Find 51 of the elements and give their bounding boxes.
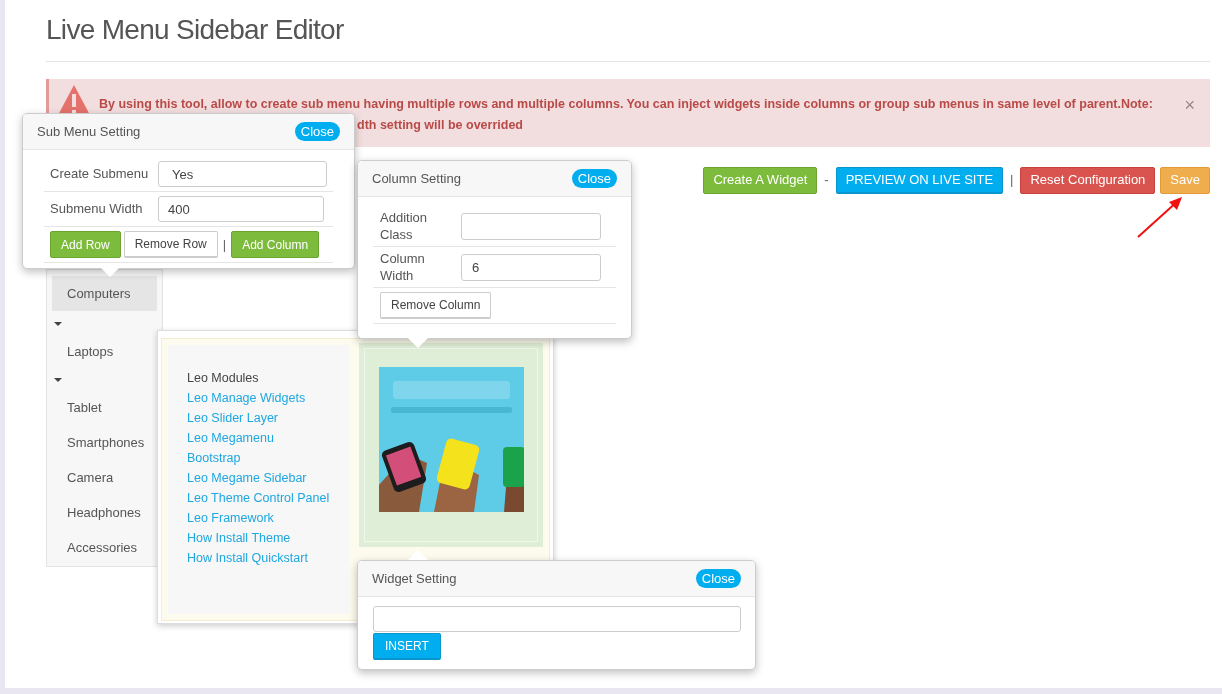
alert-text: dth setting will be overrided [357, 117, 523, 134]
close-button[interactable]: Close [571, 169, 617, 188]
submenu-link[interactable]: Leo Manage Widgets [187, 388, 350, 408]
button[interactable]: Add Row [50, 231, 121, 258]
submenu-link[interactable]: How Install Quickstart [187, 548, 350, 568]
menu-item[interactable]: Accessories [52, 530, 157, 565]
menu-item[interactable]: Computers [52, 276, 157, 311]
popover-title: Sub Menu Setting [37, 122, 141, 141]
popover-title: Column Setting [372, 169, 461, 188]
page-title: Live Menu Sidebar Editor [46, 13, 345, 47]
submenu-link[interactable]: Leo Theme Control Panel [187, 488, 350, 508]
submenu-link[interactable]: Leo Megame Sidebar [187, 468, 350, 488]
column-heading: Leo Modules [187, 370, 260, 387]
close-button[interactable]: Close [695, 569, 741, 588]
menu-item[interactable]: Camera [52, 460, 157, 495]
input-field[interactable] [373, 606, 741, 632]
menu-item[interactable]: Laptops [52, 334, 157, 369]
field-label: Create Submenu [49, 165, 150, 184]
separator: | [221, 235, 228, 254]
submenu-link[interactable]: Leo Framework [187, 508, 350, 528]
button[interactable]: Create A Widget [703, 166, 818, 194]
popover-title: Widget Setting [372, 569, 457, 588]
separator: - [823, 171, 830, 190]
submenu-link[interactable]: How Install Theme [187, 528, 350, 548]
input-field[interactable]: 6 [461, 253, 601, 281]
button[interactable]: Add Column [231, 231, 320, 258]
input-field[interactable]: 400 [158, 196, 324, 222]
submenu-link[interactable]: Leo Slider Layer [187, 408, 350, 428]
button[interactable]: Save [1160, 166, 1210, 194]
field-label: Addition Class [379, 209, 428, 243]
button[interactable]: Remove Row [123, 231, 218, 258]
menu-item[interactable]: Tablet [52, 390, 157, 425]
caret-icon[interactable] [54, 321, 62, 326]
menu-item[interactable]: Smartphones [52, 425, 157, 460]
alert-text: By using this tool, allow to create sub menu having multiple rows and multiple columns. You can inject widgets inside columns or group sub menus in same level of parent.Note: [99, 96, 1153, 113]
input-field[interactable]: Yes [158, 161, 327, 187]
insert-button[interactable]: INSERT [373, 633, 441, 660]
submenu-link[interactable]: Bootstrap [187, 448, 350, 468]
annotation-arrow [1137, 197, 1182, 238]
close-button[interactable]: Close [294, 122, 340, 141]
caret-icon[interactable] [54, 377, 62, 382]
field-label: Submenu Width [49, 200, 144, 219]
separator: | [1009, 171, 1015, 190]
button[interactable]: PREVIEW ON LIVE SITE [835, 166, 1004, 194]
button[interactable]: Remove Column [380, 292, 492, 319]
submenu-link[interactable]: Leo Megamenu [187, 428, 350, 448]
button[interactable]: Reset Configuration [1020, 166, 1156, 194]
input-field[interactable] [461, 212, 601, 240]
menu-item[interactable]: Headphones [52, 495, 157, 530]
field-label: Column Width [379, 250, 426, 284]
close-button[interactable]: × [1184, 92, 1195, 119]
